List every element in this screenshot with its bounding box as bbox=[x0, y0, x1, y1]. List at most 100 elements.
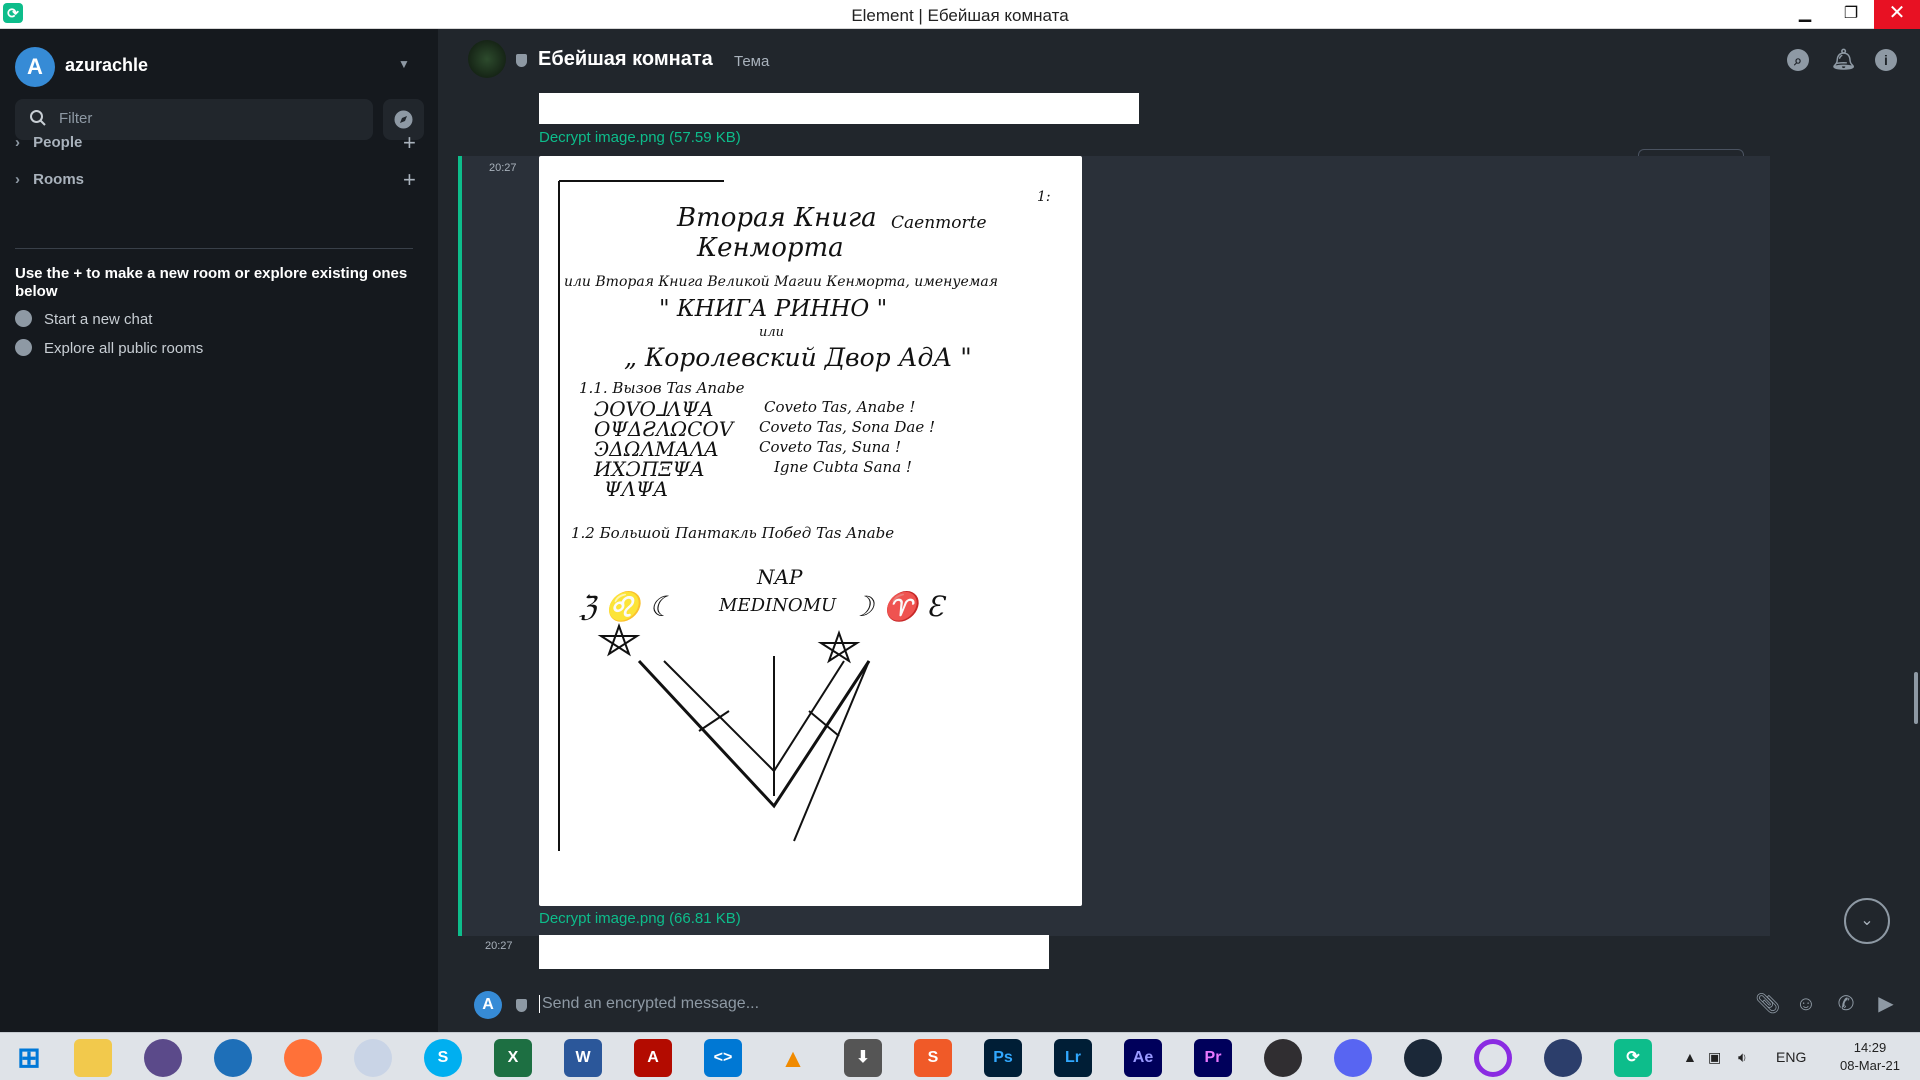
clock-date: 08-Mar-21 bbox=[1840, 1058, 1900, 1073]
windows-taskbar: ⊞ S X W A <> ▲ ⬇ S Ps Lr Ae Pr ⟳ ▲ ▣ 🔉︎ … bbox=[0, 1032, 1920, 1080]
chat-bubble-icon bbox=[15, 310, 32, 327]
windows-start-icon[interactable]: ⊞ bbox=[10, 1039, 48, 1077]
empty-hint: Use the + to make a new room or explore … bbox=[15, 265, 408, 300]
chevron-right-icon: › bbox=[15, 134, 20, 151]
or-word: или bbox=[759, 325, 784, 340]
page-number: 1: bbox=[1037, 189, 1051, 205]
lightroom-icon[interactable]: Lr bbox=[1054, 1039, 1092, 1077]
divider bbox=[15, 248, 413, 249]
window-titlebar: ⟳ Element | Ебейшая комната ▁ ❐ ✕ bbox=[0, 0, 1920, 29]
word-icon[interactable]: W bbox=[564, 1039, 602, 1077]
manuscript-drawing: 1: Вторая Книга Кенморта Caenmorte или В… bbox=[558, 180, 1051, 851]
file-explorer-icon[interactable] bbox=[74, 1039, 112, 1077]
section-1-1: 1.1. Вызов Tas Anabe bbox=[579, 379, 745, 397]
section-people[interactable]: › People bbox=[15, 134, 82, 151]
image-thumbnail[interactable] bbox=[539, 93, 1139, 124]
premiere-icon[interactable]: Pr bbox=[1194, 1039, 1232, 1077]
shield-icon bbox=[516, 999, 527, 1012]
alt-name: „ Королевский Двор АдА " bbox=[624, 343, 972, 372]
room-avatar[interactable] bbox=[468, 40, 506, 78]
close-button[interactable]: ✕ bbox=[1874, 0, 1920, 29]
user-avatar[interactable]: A bbox=[15, 47, 55, 87]
obs-icon[interactable] bbox=[1264, 1039, 1302, 1077]
voice-call-icon[interactable]: ✆ bbox=[1835, 993, 1857, 1015]
vpn-lock-icon[interactable] bbox=[1544, 1039, 1582, 1077]
chevron-down-icon[interactable]: ▼ bbox=[398, 57, 410, 71]
network-icon[interactable]: ▣ bbox=[1708, 1049, 1721, 1066]
emoji-icon[interactable]: ☺ bbox=[1795, 993, 1817, 1015]
volume-icon[interactable]: 🔉︎ bbox=[1738, 1049, 1747, 1066]
app-icon[interactable] bbox=[354, 1039, 392, 1077]
vscode-icon[interactable]: <> bbox=[704, 1039, 742, 1077]
window-title: Element | Ебейшая комната bbox=[851, 6, 1069, 25]
bell-icon[interactable]: 🔔︎ bbox=[1831, 49, 1856, 71]
composer-avatar: A bbox=[474, 991, 502, 1019]
svg-text:ℨ ♌ ☾: ℨ ♌ ☾ bbox=[579, 590, 674, 623]
room-view: Ебейшая комната Тема ⌕ 🔔︎ i Decrypt imag… bbox=[438, 29, 1920, 1032]
decrypt-image-link[interactable]: Decrypt image.png (57.59 KB) bbox=[539, 129, 741, 146]
filter-placeholder: Filter bbox=[59, 110, 93, 127]
after-effects-icon[interactable]: Ae bbox=[1124, 1039, 1162, 1077]
side-note: Caenmorte bbox=[891, 213, 987, 233]
firefox-icon[interactable] bbox=[284, 1039, 322, 1077]
acrobat-icon[interactable]: A bbox=[634, 1039, 672, 1077]
chant-line: Coveto Tas, Anabe ! bbox=[764, 398, 915, 416]
section-rooms[interactable]: › Rooms bbox=[15, 171, 84, 188]
message-input[interactable]: Send an encrypted message... bbox=[539, 995, 759, 1013]
jump-to-bottom-button[interactable]: ⌄ bbox=[1844, 898, 1890, 944]
clock-time: 14:29 bbox=[1853, 1040, 1887, 1055]
start-chat-label: Start a new chat bbox=[44, 311, 153, 328]
cortana-icon[interactable] bbox=[1474, 1039, 1512, 1077]
element-icon[interactable]: ⟳ bbox=[1614, 1039, 1652, 1077]
discord-icon[interactable] bbox=[1334, 1039, 1372, 1077]
svg-text:☽ ♈ Ɛ: ☽ ♈ Ɛ bbox=[849, 590, 947, 623]
vlc-icon[interactable]: ▲ bbox=[774, 1039, 812, 1077]
room-topic[interactable]: Тема bbox=[734, 53, 769, 70]
section-rooms-label: Rooms bbox=[33, 171, 85, 188]
search-icon[interactable]: ⌕ bbox=[1787, 49, 1809, 71]
add-room-button[interactable]: + bbox=[403, 167, 416, 193]
download-icon[interactable]: ⬇ bbox=[844, 1039, 882, 1077]
title-line-1: Вторая Книга bbox=[676, 203, 877, 233]
message-timestamp: 20:27 bbox=[489, 162, 517, 174]
section-1-2: 1.2 Большой Пантакль Побед Tas Anabe bbox=[571, 524, 894, 542]
user-name[interactable]: azurachle bbox=[65, 55, 148, 76]
handwritten-page-image[interactable]: 1: Вторая Книга Кенморта Caenmorte или В… bbox=[539, 156, 1082, 906]
maximize-button[interactable]: ❐ bbox=[1828, 0, 1874, 29]
shield-icon bbox=[516, 54, 527, 67]
taskbar-clock[interactable]: 14:29 08-Mar-21 bbox=[1825, 1039, 1915, 1075]
skype-icon[interactable]: S bbox=[424, 1039, 462, 1077]
compass-icon bbox=[15, 339, 32, 356]
minimize-button[interactable]: ▁ bbox=[1782, 0, 1828, 29]
explore-rooms-link[interactable]: Explore all public rooms bbox=[15, 339, 203, 357]
decrypt-image-link[interactable]: Decrypt image.png (66.81 KB) bbox=[539, 910, 741, 927]
subtitle-line: или Вторая Книга Великой Магии Кенморта,… bbox=[564, 274, 998, 290]
medinomu-word: MEDINOMU bbox=[718, 595, 837, 616]
message-timestamp: 20:27 bbox=[485, 940, 513, 952]
start-chat-link[interactable]: Start a new chat bbox=[15, 310, 152, 328]
nap-word: NAP bbox=[756, 565, 803, 589]
attachment-icon[interactable]: 📎︎ bbox=[1755, 993, 1780, 1015]
torrent-icon[interactable] bbox=[144, 1039, 182, 1077]
chant-line: Coveto Tas, Sona Dae ! bbox=[759, 418, 935, 436]
svg-text:ΨΛΨΑ: ΨΛΨΑ bbox=[604, 477, 668, 501]
video-call-icon[interactable]: ▶ bbox=[1875, 993, 1897, 1015]
timeline-scrollbar[interactable] bbox=[1914, 672, 1918, 724]
tray-chevron-icon[interactable]: ▲ bbox=[1683, 1049, 1697, 1065]
chant-line: Igne Cubta Sana ! bbox=[773, 458, 912, 476]
sublime-icon[interactable]: S bbox=[914, 1039, 952, 1077]
excel-icon[interactable]: X bbox=[494, 1039, 532, 1077]
explore-rooms-label: Explore all public rooms bbox=[44, 340, 204, 357]
book-name: " КНИГА РИННО " bbox=[659, 296, 887, 322]
language-indicator[interactable]: ENG bbox=[1776, 1049, 1806, 1065]
steam-icon[interactable] bbox=[1404, 1039, 1442, 1077]
photoshop-icon[interactable]: Ps bbox=[984, 1039, 1022, 1077]
add-people-button[interactable]: + bbox=[403, 130, 416, 156]
image-thumbnail[interactable] bbox=[539, 935, 1049, 969]
room-name[interactable]: Ебейшая комната bbox=[538, 48, 713, 71]
sidebar: A azurachle ▼ Filter › People + › Rooms … bbox=[0, 29, 438, 1032]
section-people-label: People bbox=[33, 134, 83, 151]
info-icon[interactable]: i bbox=[1875, 49, 1897, 71]
message-tile[interactable]: 20:27 1: Вторая Книга Кенморта Caenmorte… bbox=[458, 156, 1770, 936]
browser-icon[interactable] bbox=[214, 1039, 252, 1077]
